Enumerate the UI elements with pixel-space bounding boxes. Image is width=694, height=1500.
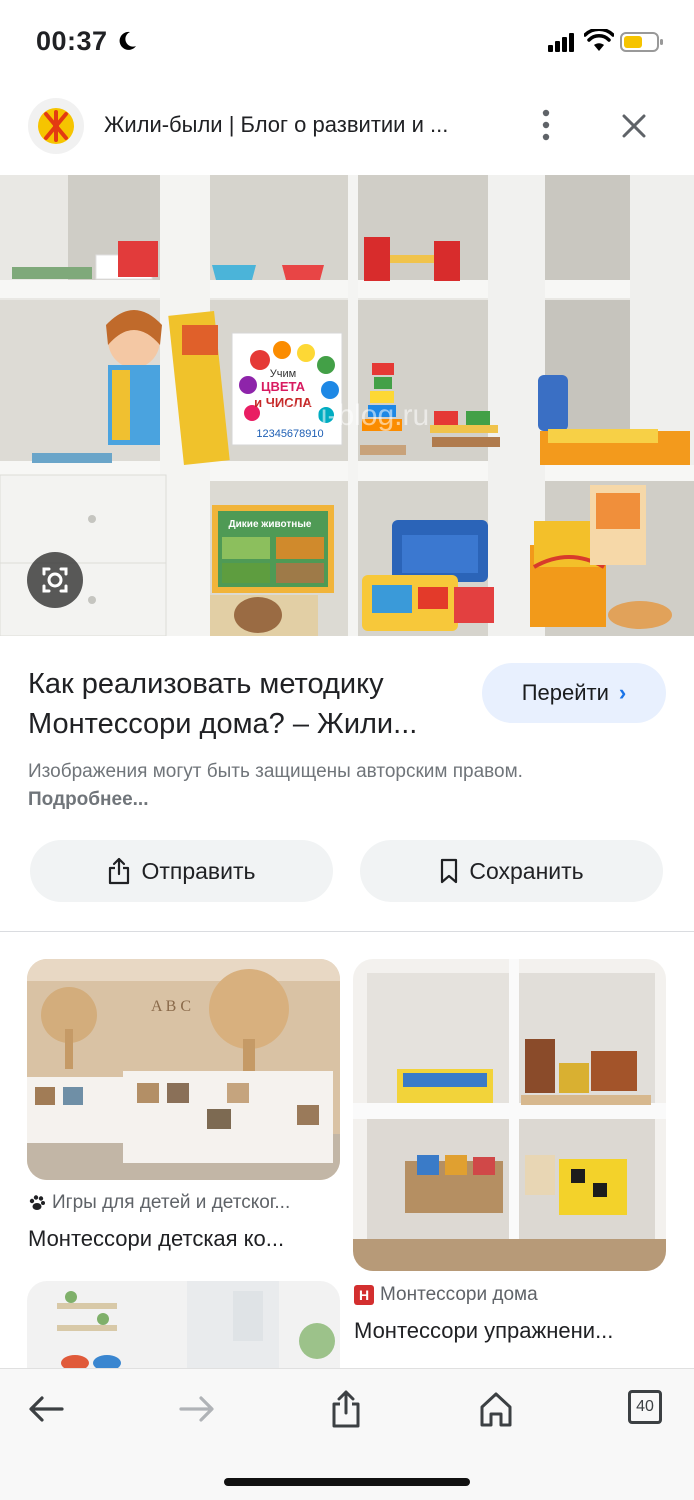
- related-image-2-illustration: [353, 959, 666, 1271]
- paw-icon: [29, 1195, 45, 1210]
- site-logo-icon[interactable]: [28, 98, 84, 154]
- box-text: Дикие животные: [229, 519, 312, 530]
- status-time: 00:37: [36, 26, 108, 56]
- battery-icon: [620, 32, 663, 52]
- book-text-2: ЦВЕТА: [261, 379, 306, 394]
- result-image[interactable]: Учим ЦВЕТА и ЧИСЛА 12345678910 Дикие жив…: [0, 175, 694, 636]
- lens-search-button[interactable]: [27, 552, 83, 608]
- related-image-2[interactable]: [353, 959, 666, 1271]
- close-icon[interactable]: [618, 110, 650, 142]
- learn-more-link[interactable]: Подробнее...: [28, 789, 148, 810]
- related-title-1[interactable]: Монтессори детская ко...: [28, 1226, 284, 1252]
- signal-icon: [548, 33, 574, 52]
- share-button[interactable]: Отправить: [30, 840, 333, 902]
- related-source-1[interactable]: Игры для детей и детског...: [28, 1192, 290, 1214]
- moon-icon: [119, 31, 136, 50]
- related-source-1-label: Игры для детей и детског...: [52, 1192, 291, 1213]
- copyright-notice: Изображения могут быть защищены авторски…: [28, 758, 528, 814]
- save-button-label: Сохранить: [469, 857, 584, 884]
- share-icon[interactable]: [324, 1389, 368, 1429]
- shelf-illustration: Учим ЦВЕТА и ЧИСЛА 12345678910 Дикие жив…: [0, 175, 694, 636]
- svg-text:A B C: A B C: [151, 998, 191, 1015]
- source-title[interactable]: Жили-были | Блог о развитии и ...: [104, 112, 448, 138]
- lens-icon: [42, 567, 68, 593]
- more-vert-icon[interactable]: [536, 108, 556, 142]
- share-button-label: Отправить: [141, 857, 256, 884]
- related-image-1-illustration: A B C: [27, 959, 340, 1180]
- go-button[interactable]: Перейти ›: [482, 663, 666, 723]
- status-bar: 00:37: [0, 0, 694, 84]
- share-icon: [109, 857, 130, 885]
- forward-icon[interactable]: [175, 1389, 219, 1429]
- related-title-2[interactable]: Монтессори упражнени...: [354, 1318, 613, 1344]
- result-title[interactable]: Как реализовать методику Монтессори дома…: [28, 664, 468, 744]
- tabs-count-button[interactable]: 40: [628, 1390, 662, 1424]
- source-badge-icon: Н: [354, 1285, 374, 1305]
- home-icon[interactable]: [474, 1389, 518, 1429]
- divider: [0, 931, 694, 932]
- back-icon[interactable]: [24, 1389, 68, 1429]
- tabs-count-label: 40: [636, 1398, 654, 1415]
- watermark: ilibili-blog.ru: [271, 399, 429, 432]
- related-image-1[interactable]: A B C: [27, 959, 340, 1180]
- copyright-text: Изображения могут быть защищены авторски…: [28, 761, 523, 782]
- logo-mark-icon: [44, 110, 68, 142]
- home-indicator: [224, 1478, 470, 1486]
- related-source-2[interactable]: Н Монтессори дома: [354, 1284, 538, 1306]
- save-button[interactable]: Сохранить: [360, 840, 663, 902]
- related-source-2-label: Монтессори дома: [380, 1284, 538, 1305]
- chevron-right-icon: ›: [618, 680, 627, 705]
- wifi-icon: [584, 29, 614, 51]
- source-header: Жили-были | Блог о развитии и ...: [0, 96, 694, 158]
- go-button-label: Перейти: [521, 680, 609, 705]
- bookmark-icon: [441, 858, 458, 884]
